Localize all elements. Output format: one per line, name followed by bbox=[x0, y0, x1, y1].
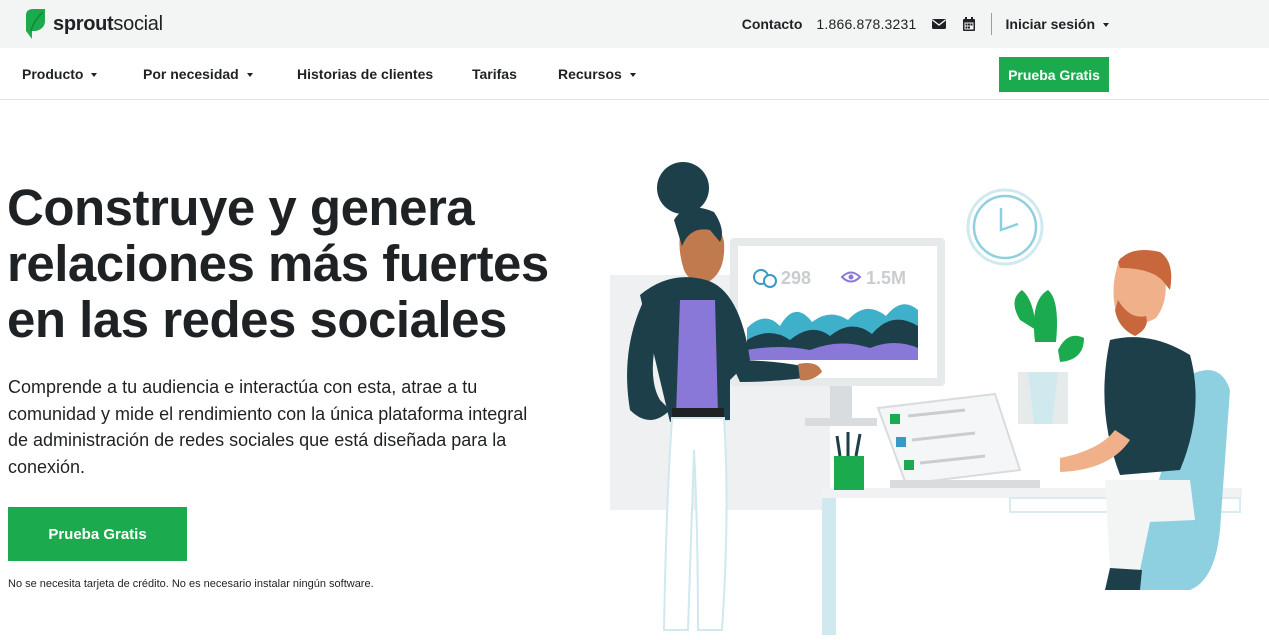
top-utility-nav: Contacto 1.866.878.3231 Iniciar sesión bbox=[742, 0, 1109, 48]
comments-count: 298 bbox=[781, 268, 811, 288]
nav-item-label: Por necesidad bbox=[143, 66, 239, 82]
login-label: Iniciar sesión bbox=[1005, 16, 1095, 32]
chevron-down-icon bbox=[246, 72, 253, 77]
top-bar: sproutsocial Contacto 1.866.878.3231 Ini… bbox=[0, 0, 1269, 48]
hero-subtitle: Comprende a tu audiencia e interactúa co… bbox=[8, 377, 528, 477]
views-count: 1.5M bbox=[866, 268, 906, 288]
phone-link[interactable]: 1.866.878.3231 bbox=[816, 16, 916, 32]
laptop bbox=[876, 392, 1040, 488]
man-at-desk bbox=[1060, 249, 1230, 590]
clock-icon bbox=[966, 188, 1044, 266]
logo-wordmark: sproutsocial bbox=[53, 13, 163, 36]
logo-bold: sprout bbox=[53, 12, 114, 35]
nav-item-label: Tarifas bbox=[472, 66, 517, 82]
divider bbox=[990, 13, 992, 35]
chevron-down-icon bbox=[629, 72, 636, 77]
hero-title: Construye y genera relaciones más fuerte… bbox=[7, 179, 549, 348]
sproutsocial-logo[interactable]: sproutsocial bbox=[23, 9, 163, 39]
nav-item-label: Historias de clientes bbox=[297, 66, 434, 82]
calendar-icon[interactable] bbox=[961, 16, 977, 32]
nav-item-label: Recursos bbox=[558, 66, 622, 82]
nav-item-tarifas[interactable]: Tarifas bbox=[472, 48, 517, 100]
hero-note: No se necesita tarjeta de crédito. No es… bbox=[8, 578, 374, 590]
free-trial-nav-button[interactable]: Prueba Gratis bbox=[999, 57, 1109, 92]
pencil-cup bbox=[834, 432, 864, 490]
hero-illustration: 298 1.5M bbox=[590, 150, 1269, 635]
leaf-logo-icon bbox=[26, 9, 45, 39]
logo-light: social bbox=[113, 12, 163, 35]
office-illustration: 298 1.5M bbox=[610, 162, 1242, 635]
chevron-down-icon bbox=[91, 72, 98, 77]
contact-link[interactable]: Contacto bbox=[742, 16, 803, 32]
nav-item-recursos[interactable]: Recursos bbox=[558, 48, 636, 100]
nav-item-producto[interactable]: Producto bbox=[22, 48, 98, 100]
login-dropdown[interactable]: Iniciar sesión bbox=[1006, 16, 1109, 32]
nav-item-historias[interactable]: Historias de clientes bbox=[297, 48, 433, 100]
free-trial-hero-button[interactable]: Prueba Gratis bbox=[8, 507, 187, 561]
nav-item-label: Producto bbox=[22, 66, 84, 82]
chevron-down-icon bbox=[1103, 22, 1109, 27]
nav-item-por-necesidad[interactable]: Por necesidad bbox=[143, 48, 253, 100]
cactus-plant bbox=[1014, 290, 1084, 424]
envelope-icon[interactable] bbox=[931, 16, 947, 32]
